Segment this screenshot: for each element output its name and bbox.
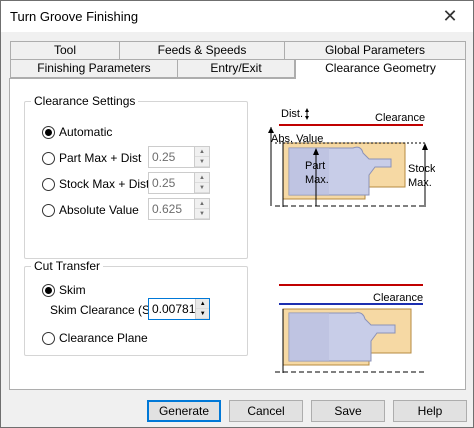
tab-label: Tool <box>53 43 76 57</box>
group-title: Clearance Settings <box>31 94 139 108</box>
part-max-dist-spinner[interactable]: 0.25 ▲ ▼ <box>148 146 210 168</box>
radio-button[interactable] <box>42 203 55 217</box>
spin-down-icon[interactable]: ▼ <box>195 209 209 219</box>
radio-button[interactable] <box>42 331 55 345</box>
skim-clearance-spinner[interactable]: 0.00781 ▲ ▼ <box>148 298 210 320</box>
spin-up-icon[interactable]: ▲ <box>195 173 209 183</box>
tab-panel-clearance-geometry: Clearance Settings Automatic Part Max + … <box>9 78 466 390</box>
diagram-stock-max-label: Max. <box>408 177 432 189</box>
save-button[interactable]: Save <box>311 400 385 422</box>
diagram-part-label: Part <box>305 160 325 172</box>
cancel-button[interactable]: Cancel <box>229 400 303 422</box>
spin-up-icon[interactable]: ▲ <box>196 299 209 309</box>
diagram-clearance-label: Clearance <box>373 292 423 304</box>
dialog-window: Turn Groove Finishing ✕ Tool Feeds & Spe… <box>0 0 474 428</box>
group-title: Cut Transfer <box>31 259 104 273</box>
absolute-value-spinner[interactable]: 0.625 ▲ ▼ <box>148 198 210 220</box>
tab-clearance-geometry[interactable]: Clearance Geometry <box>295 59 466 79</box>
radio-button[interactable] <box>42 151 55 165</box>
spin-down-icon[interactable]: ▼ <box>195 157 209 167</box>
radio-label: Skim <box>59 283 86 297</box>
radio-skim[interactable]: Skim <box>42 283 86 297</box>
spin-down-icon[interactable]: ▼ <box>196 309 209 319</box>
spinner-value[interactable]: 0.00781 <box>149 299 195 319</box>
radio-label: Automatic <box>59 125 113 139</box>
radio-label: Stock Max + Dist <box>59 177 150 191</box>
radio-label: Clearance Plane <box>59 331 148 345</box>
diagram-clearance-label: Clearance <box>375 112 425 124</box>
tab-entry-exit[interactable]: Entry/Exit <box>177 59 295 78</box>
tab-label: Global Parameters <box>324 43 426 57</box>
tab-feeds-speeds[interactable]: Feeds & Speeds <box>119 41 285 60</box>
radio-button[interactable] <box>42 177 55 191</box>
tab-label: Clearance Geometry <box>325 61 436 75</box>
radio-absolute-value[interactable]: Absolute Value <box>42 203 139 217</box>
clearance-diagram-top: Clearance Dist. Abs. Value Part Max. Sto… <box>268 108 435 207</box>
radio-part-max-dist[interactable]: Part Max + Dist <box>42 151 141 165</box>
radio-button[interactable] <box>42 125 55 139</box>
spinner-value[interactable]: 0.25 <box>149 147 194 167</box>
spin-up-icon[interactable]: ▲ <box>195 199 209 209</box>
radio-label: Part Max + Dist <box>59 151 142 165</box>
skim-clearance-label: Skim Clearance (S) <box>50 303 155 317</box>
close-icon[interactable]: ✕ <box>427 1 473 32</box>
clearance-diagram-bottom: Clearance <box>275 284 427 373</box>
tab-label: Finishing Parameters <box>37 61 151 75</box>
window-title: Turn Groove Finishing <box>10 9 139 24</box>
radio-label: Absolute Value <box>59 203 139 217</box>
radio-automatic[interactable]: Automatic <box>42 125 112 139</box>
diagram-dist-label: Dist. <box>281 108 303 120</box>
tab-label: Feeds & Speeds <box>157 43 247 57</box>
radio-button[interactable] <box>42 283 55 297</box>
tab-global-parameters[interactable]: Global Parameters <box>284 41 466 60</box>
spinner-value[interactable]: 0.625 <box>149 199 194 219</box>
tab-finishing-parameters[interactable]: Finishing Parameters <box>10 59 178 78</box>
tab-tool[interactable]: Tool <box>10 41 120 60</box>
generate-button[interactable]: Generate <box>147 400 221 422</box>
tab-label: Entry/Exit <box>210 61 262 75</box>
spin-up-icon[interactable]: ▲ <box>195 147 209 157</box>
help-button[interactable]: Help <box>393 400 467 422</box>
spin-down-icon[interactable]: ▼ <box>195 183 209 193</box>
title-bar: Turn Groove Finishing ✕ <box>1 1 473 32</box>
spinner-value[interactable]: 0.25 <box>149 173 194 193</box>
diagram-stock-label: Stock <box>408 163 435 175</box>
radio-stock-max-dist[interactable]: Stock Max + Dist <box>42 177 149 191</box>
radio-clearance-plane[interactable]: Clearance Plane <box>42 331 148 345</box>
diagram-part-max-label: Max. <box>305 174 329 186</box>
stock-max-dist-spinner[interactable]: 0.25 ▲ ▼ <box>148 172 210 194</box>
